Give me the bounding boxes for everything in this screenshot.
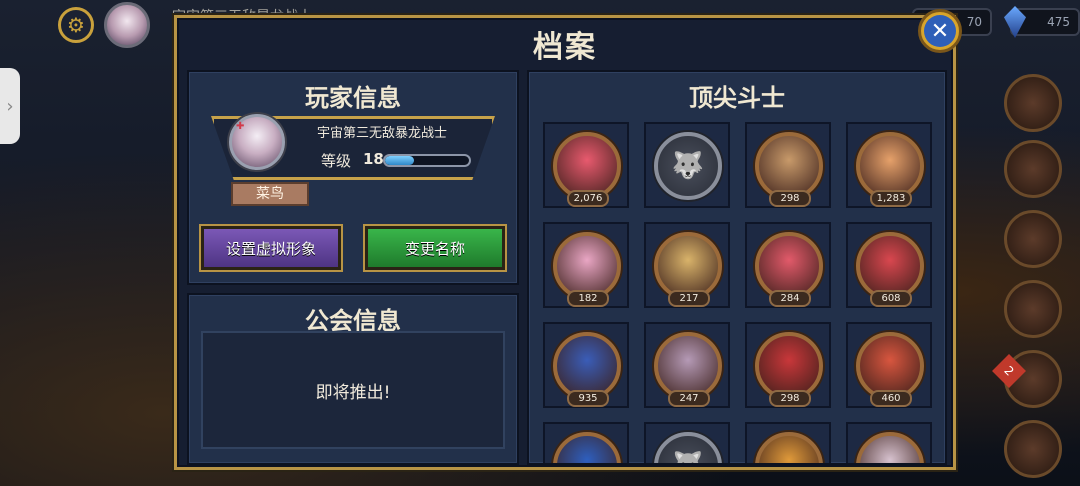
fighter-count: 182 [567,290,609,307]
right-menu-item[interactable] [1004,210,1062,268]
top-fighters-heading: 顶尖斗士 [689,84,785,112]
fighter-card[interactable]: 935 [543,322,629,408]
fighter-card[interactable]: 217 [644,222,730,308]
chevron-right-icon: › [6,95,14,117]
gear-icon: ⚙ [67,13,85,37]
guild-placeholder: 即将推出! [201,331,505,449]
fighter-count: 217 [668,290,710,307]
close-button[interactable]: ✕ [918,9,962,53]
currency-b[interactable]: 475 [1004,6,1080,38]
fighter-card[interactable] [543,422,629,463]
right-menu-item[interactable]: 2 [992,350,1062,408]
locked-fighter-portrait: 🐺 [654,132,722,200]
level-value: 18 [363,150,384,168]
player-name: 宇宙第三无敌暴龙战士 [317,126,448,141]
player-info-heading: 玩家信息 [305,84,401,112]
level-label: 等级 [321,152,352,170]
player-info-section: 玩家信息 宇宙第三无敌暴龙战士 等级 18 菜鸟 设置虚拟形象 变更名称 [187,70,519,285]
right-menu-item[interactable] [1004,74,1062,132]
fighter-card[interactable]: 🐺 [644,422,730,463]
set-avatar-button[interactable]: 设置虚拟形象 [201,226,341,270]
fighter-card[interactable]: 1,283 [846,122,932,208]
profile-avatar-button[interactable] [104,2,150,48]
fighter-card[interactable] [846,422,932,463]
fighter-count: 247 [668,390,710,407]
fighter-portrait [553,432,621,463]
wolf-icon: 🐺 [671,151,705,181]
xp-progress-bar [383,154,471,167]
currency-a-value: 70 [966,15,982,29]
rename-button[interactable]: 变更名称 [365,226,505,270]
panel-title: 档案 [533,30,597,65]
close-icon: ✕ [924,15,956,47]
xp-progress-fill [385,156,415,165]
fighter-count: 298 [769,190,811,207]
locked-fighter-portrait: 🐺 [654,432,722,463]
fighter-card[interactable]: 608 [846,222,932,308]
fighter-card[interactable]: 247 [644,322,730,408]
fighter-card[interactable]: 460 [846,322,932,408]
right-menu-item[interactable] [1004,140,1062,198]
fighter-count: 2,076 [567,190,609,207]
side-drawer-handle[interactable]: › [0,68,20,144]
wolf-icon: 🐺 [658,436,718,463]
right-menu-item[interactable] [1004,420,1062,478]
right-menu-item[interactable] [1004,280,1062,338]
fighter-count: 284 [769,290,811,307]
fighter-portrait [755,432,823,463]
fighter-count: 298 [769,390,811,407]
fighter-portrait [856,432,924,463]
fighter-card[interactable]: 182 [543,222,629,308]
fighter-card[interactable]: 2,076 [543,122,629,208]
top-fighters-section: 顶尖斗士 2,076 🐺 298 1,283 182 217 284 608 935 247 298… [527,70,947,465]
fighter-card[interactable]: 🐺 [644,122,730,208]
player-avatar[interactable] [229,114,285,170]
fighter-count: 460 [870,390,912,407]
fighter-card[interactable]: 284 [745,222,831,308]
profile-panel: 档案 ✕ 玩家信息 宇宙第三无敌暴龙战士 等级 18 菜鸟 设置虚拟形象 变更名… [174,9,962,470]
fighter-card[interactable] [745,422,831,463]
fighter-count: 1,283 [870,190,912,207]
fighter-card[interactable]: 298 [745,322,831,408]
rank-badge: 菜鸟 [231,182,309,206]
guild-info-section: 公会信息 即将推出! [187,293,519,465]
currency-b-value: 475 [1047,15,1070,29]
fighter-card[interactable]: 298 [745,122,831,208]
settings-button[interactable]: ⚙ [58,7,94,43]
fighter-count: 608 [870,290,912,307]
fighter-count: 935 [567,390,609,407]
